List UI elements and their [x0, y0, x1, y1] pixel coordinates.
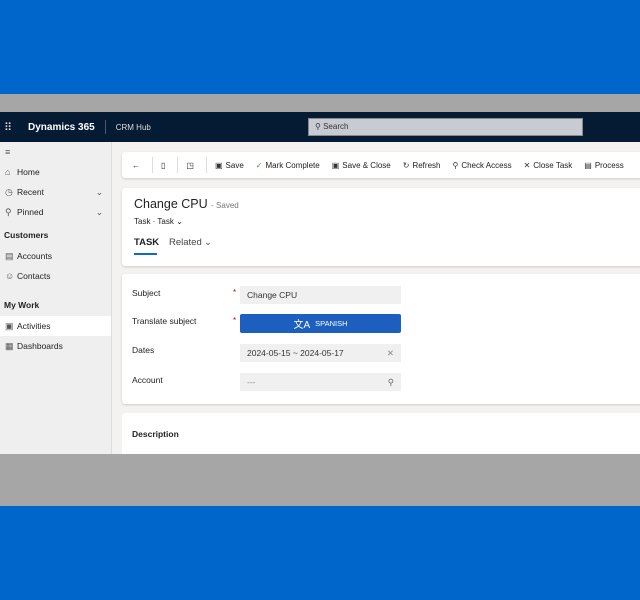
- label: Accounts: [17, 251, 52, 261]
- check-icon: ✓: [255, 160, 263, 170]
- dates-label: Dates: [132, 345, 155, 355]
- translate-icon: 文A: [293, 320, 311, 331]
- save-close-icon: ▣: [331, 160, 340, 170]
- clock-icon: ◷: [5, 186, 13, 197]
- divider: [152, 157, 153, 173]
- label: Home: [17, 167, 40, 177]
- search-placeholder: Search: [323, 122, 349, 131]
- label: Close Task: [533, 160, 573, 170]
- entity-name: Task: [134, 217, 151, 226]
- key-search-icon: ⚲: [452, 160, 459, 170]
- command-bar: ← ▯ ◳ ▣ Save ✓ Mark Complete ▣ Save & Close…: [122, 152, 640, 178]
- account-label: Account: [132, 375, 163, 385]
- label: Save: [225, 160, 244, 170]
- subject-label: Subject: [132, 288, 161, 298]
- sidebar-item-accounts[interactable]: ▤ Accounts: [0, 246, 111, 266]
- label: Check Access: [461, 160, 512, 170]
- subject-field[interactable]: Change CPU: [240, 286, 401, 304]
- label: Save & Close: [342, 160, 391, 170]
- chevron-down-icon: ⌄: [95, 206, 103, 217]
- divider: [177, 157, 179, 173]
- record-header: Change CPU - Saved Task · Task ⌄ TASK Re…: [122, 188, 640, 266]
- chevron-down-icon: ⌄: [176, 217, 183, 226]
- refresh-button[interactable]: ↻ Refresh: [403, 161, 441, 170]
- account-value: ---: [247, 377, 256, 387]
- app-name[interactable]: CRM Hub: [116, 123, 151, 132]
- window-frame-bottom: [0, 454, 640, 506]
- divider: [205, 157, 207, 173]
- check-access-button[interactable]: ⚲ Check Access: [452, 161, 511, 170]
- page-title: Change CPU: [134, 197, 208, 211]
- section-my-work: My Work: [4, 300, 40, 310]
- active-tab-indicator: [134, 253, 157, 255]
- chevron-down-icon: ⌄: [204, 237, 212, 248]
- search-icon: ⚲: [315, 122, 324, 131]
- pin-icon: ⚲: [5, 206, 12, 217]
- home-icon: ⌂: [5, 167, 11, 177]
- app-window: ⠿ Dynamics 365 CRM Hub ⚲ Search ≡ ⌂ Home …: [0, 112, 640, 454]
- sidebar-item-dashboards[interactable]: ▦ Dashboards: [0, 336, 111, 356]
- sidebar: ≡ ⌂ Home ◷ Recent ⌄ ⚲ Pinned ⌄ Customers ▤ Acc…: [0, 142, 112, 454]
- translate-subject-label: Translate subject: [132, 316, 197, 326]
- save-icon: ▣: [214, 160, 223, 170]
- save-close-button[interactable]: ▣ Save & Close: [332, 161, 391, 170]
- hamburger-icon: ≡: [5, 147, 11, 157]
- translate-spanish-button[interactable]: 文A SPANISH: [240, 314, 401, 333]
- process-button[interactable]: ▤ Process: [584, 161, 623, 170]
- refresh-icon: ↻: [402, 160, 410, 170]
- tab-related[interactable]: Related: [169, 237, 202, 248]
- label: Recent: [17, 187, 44, 197]
- description-label: Description: [132, 429, 179, 439]
- menu-toggle[interactable]: ≡: [0, 142, 111, 162]
- label: Refresh: [412, 160, 441, 170]
- sidebar-item-activities[interactable]: ▣ Activities: [0, 316, 111, 336]
- task-form: Subject * Change CPU Translate subject *…: [122, 274, 640, 404]
- person-icon: ☺: [5, 271, 15, 281]
- process-icon: ▤: [584, 160, 592, 170]
- brand[interactable]: Dynamics 365: [28, 122, 95, 133]
- app-launcher-icon[interactable]: ⠿: [4, 121, 22, 134]
- form-selector[interactable]: Task: [157, 217, 173, 226]
- section-customers: Customers: [4, 230, 49, 240]
- label: Activities: [17, 321, 51, 331]
- divider: [104, 120, 106, 134]
- save-button[interactable]: ▣ Save: [215, 161, 244, 170]
- top-bar: ⠿ Dynamics 365 CRM Hub ⚲ Search: [0, 112, 640, 142]
- close-icon: ✕: [523, 160, 531, 170]
- description-section: Description: [122, 413, 640, 454]
- open-new-window-icon[interactable]: ◳: [186, 161, 194, 170]
- dashboard-icon: ▦: [5, 340, 14, 351]
- form-view-icon[interactable]: ▯: [161, 161, 165, 170]
- search-input[interactable]: ⚲ Search: [308, 118, 583, 136]
- back-button[interactable]: ←: [132, 161, 140, 170]
- required-marker: *: [233, 316, 237, 325]
- label: SPANISH: [315, 319, 348, 328]
- dates-field[interactable]: 2024-05-15 ~ 2024-05-17 ✕: [240, 344, 401, 362]
- sidebar-item-pinned[interactable]: ⚲ Pinned ⌄: [0, 202, 111, 222]
- sidebar-item-recent[interactable]: ◷ Recent ⌄: [0, 182, 111, 202]
- chevron-down-icon: ⌄: [95, 186, 103, 197]
- sidebar-item-contacts[interactable]: ☺ Contacts: [0, 266, 111, 286]
- mark-complete-button[interactable]: ✓ Mark Complete: [256, 161, 320, 170]
- label: Process: [594, 160, 624, 170]
- dates-value: 2024-05-15 ~ 2024-05-17: [247, 348, 344, 358]
- search-icon[interactable]: ⚲: [388, 377, 394, 388]
- account-lookup[interactable]: --- ⚲: [240, 373, 401, 391]
- clear-icon[interactable]: ✕: [387, 348, 394, 359]
- label: Contacts: [17, 271, 51, 281]
- required-marker: *: [233, 288, 237, 297]
- label: Dashboards: [17, 341, 63, 351]
- sidebar-item-home[interactable]: ⌂ Home: [0, 162, 111, 182]
- clipboard-icon: ▣: [5, 320, 14, 331]
- building-icon: ▤: [5, 250, 14, 261]
- close-task-button[interactable]: ✕ Close Task: [524, 161, 573, 170]
- tab-task[interactable]: TASK: [134, 237, 159, 248]
- save-status: - Saved: [211, 201, 239, 210]
- label: Pinned: [17, 207, 44, 217]
- label: Mark Complete: [265, 160, 320, 170]
